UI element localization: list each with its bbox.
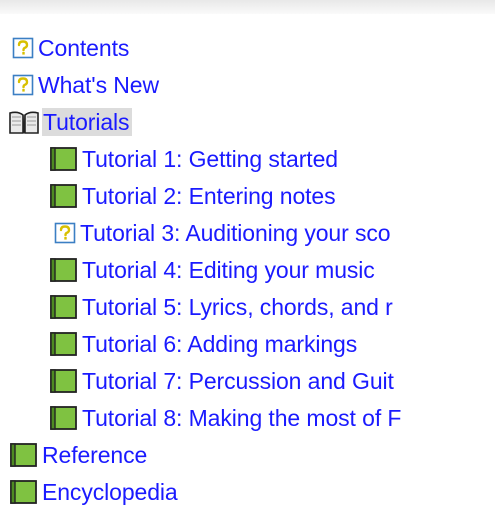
tree-item-tutorial-3[interactable]: Tutorial 3: Auditioning your sco — [54, 214, 391, 251]
closed-book-icon — [48, 405, 78, 431]
closed-book-icon — [48, 257, 78, 283]
closed-book-icon — [48, 183, 78, 209]
help-page-icon — [54, 222, 76, 244]
tree-item-label: Encyclopedia — [42, 478, 178, 505]
tree-item-reference[interactable]: Reference — [8, 436, 147, 473]
help-tree: Contents What's New Tutorials Tutorial 1… — [0, 26, 495, 531]
closed-book-icon — [48, 294, 78, 320]
tree-item-tutorial-1[interactable]: Tutorial 1: Getting started — [48, 140, 338, 177]
tree-item-label: Contents — [38, 34, 130, 61]
open-book-icon — [8, 109, 40, 135]
tree-item-tutorial-7[interactable]: Tutorial 7: Percussion and Guit — [48, 362, 394, 399]
tree-item-label: Tutorial 5: Lyrics, chords, and r — [82, 293, 393, 320]
closed-book-icon — [48, 368, 78, 394]
tree-item-label: What's New — [38, 71, 159, 98]
tree-item-label: Tutorial 3: Auditioning your sco — [80, 219, 391, 246]
tree-item-label: Tutorials — [42, 107, 133, 136]
tree-item-label: Tutorial 1: Getting started — [82, 145, 338, 172]
tree-item-label: Tutorial 2: Entering notes — [82, 182, 336, 209]
help-page-icon — [12, 37, 34, 59]
help-contents-panel: Contents What's New Tutorials Tutorial 1… — [0, 0, 495, 531]
tree-item-tutorial-2[interactable]: Tutorial 2: Entering notes — [48, 177, 336, 214]
tree-item-label: Tutorial 4: Editing your music — [82, 256, 375, 283]
tree-item-tutorial-4[interactable]: Tutorial 4: Editing your music — [48, 251, 375, 288]
closed-book-icon — [48, 146, 78, 172]
tree-item-label: Tutorial 7: Percussion and Guit — [82, 367, 394, 394]
tree-item-whats-new[interactable]: What's New — [12, 66, 159, 103]
tree-item-tutorial-6[interactable]: Tutorial 6: Adding markings — [48, 325, 357, 362]
tree-item-encyclopedia[interactable]: Encyclopedia — [8, 473, 178, 510]
tree-item-contents[interactable]: Contents — [12, 29, 129, 66]
tree-item-label: Tutorial 8: Making the most of F — [82, 404, 402, 431]
tree-item-tutorials[interactable]: Tutorials — [8, 103, 133, 140]
help-page-icon — [12, 74, 34, 96]
tree-item-tutorial-8[interactable]: Tutorial 8: Making the most of F — [48, 399, 401, 436]
panel-top-edge — [0, 0, 495, 14]
closed-book-icon — [8, 442, 38, 468]
tree-item-tutorial-5[interactable]: Tutorial 5: Lyrics, chords, and r — [48, 288, 393, 325]
tree-item-label: Reference — [42, 441, 148, 468]
tree-item-label: Tutorial 6: Adding markings — [82, 330, 358, 357]
closed-book-icon — [8, 479, 38, 505]
closed-book-icon — [48, 331, 78, 357]
